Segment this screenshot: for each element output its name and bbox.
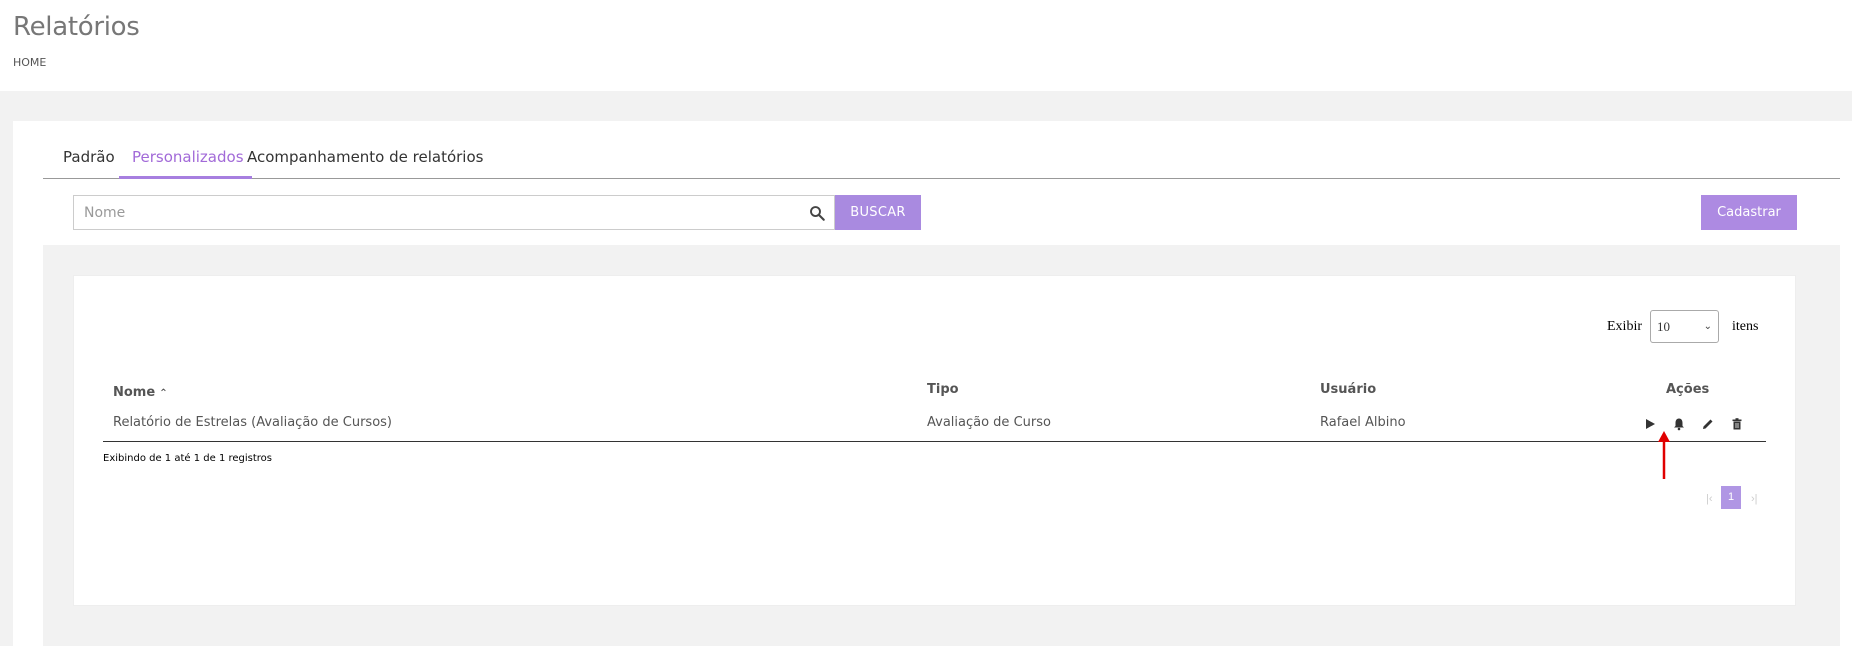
create-button[interactable]: Cadastrar (1701, 195, 1797, 230)
pencil-icon[interactable] (1701, 417, 1715, 431)
first-page-icon[interactable]: |‹ (1706, 493, 1713, 505)
sort-asc-icon: ⌃ (159, 388, 168, 399)
cell-tipo: Avaliação de Curso (927, 415, 1051, 430)
page-size-value: 10 (1657, 319, 1670, 334)
page-size-select[interactable]: 10 ⌄ (1650, 310, 1719, 343)
active-tab-indicator (119, 176, 252, 179)
bell-icon[interactable] (1672, 417, 1686, 431)
page-header: Relatórios HOME (0, 0, 1852, 91)
cell-nome: Relatório de Estrelas (Avaliação de Curs… (113, 415, 392, 430)
tabs-bar: Padrão Personalizados Acompanhamento de … (43, 121, 1840, 179)
chevron-down-icon: ⌄ (1703, 321, 1712, 332)
last-page-icon[interactable]: ›| (1751, 493, 1758, 505)
table-row-divider (103, 441, 1766, 442)
trash-icon[interactable] (1730, 417, 1744, 431)
column-header-acoes: Ações (1666, 382, 1710, 397)
play-icon[interactable] (1643, 417, 1657, 431)
reports-card: Padrão Personalizados Acompanhamento de … (13, 121, 1852, 646)
cell-usuario: Rafael Albino (1320, 415, 1406, 430)
search-box (73, 195, 835, 230)
page-title: Relatórios (13, 12, 140, 42)
column-header-usuario[interactable]: Usuário (1320, 382, 1376, 397)
search-icon[interactable] (808, 204, 826, 222)
records-info: Exibindo de 1 até 1 de 1 registros (103, 453, 273, 464)
column-header-nome[interactable]: Nome ⌃ (113, 385, 168, 400)
search-input[interactable] (74, 196, 794, 229)
breadcrumb[interactable]: HOME (13, 56, 46, 69)
column-header-label: Nome (113, 385, 156, 400)
search-button[interactable]: BUSCAR (835, 195, 921, 230)
tab-padrao[interactable]: Padrão (63, 148, 115, 166)
page-number[interactable]: 1 (1721, 486, 1741, 509)
page-size-prefix: Exibir (1607, 319, 1642, 334)
red-arrow-annotation-icon (1658, 431, 1670, 479)
page-size-suffix: itens (1732, 319, 1759, 334)
column-header-tipo[interactable]: Tipo (927, 382, 959, 397)
tab-acompanhamento[interactable]: Acompanhamento de relatórios (247, 148, 483, 166)
tab-personalizados[interactable]: Personalizados (132, 148, 244, 166)
